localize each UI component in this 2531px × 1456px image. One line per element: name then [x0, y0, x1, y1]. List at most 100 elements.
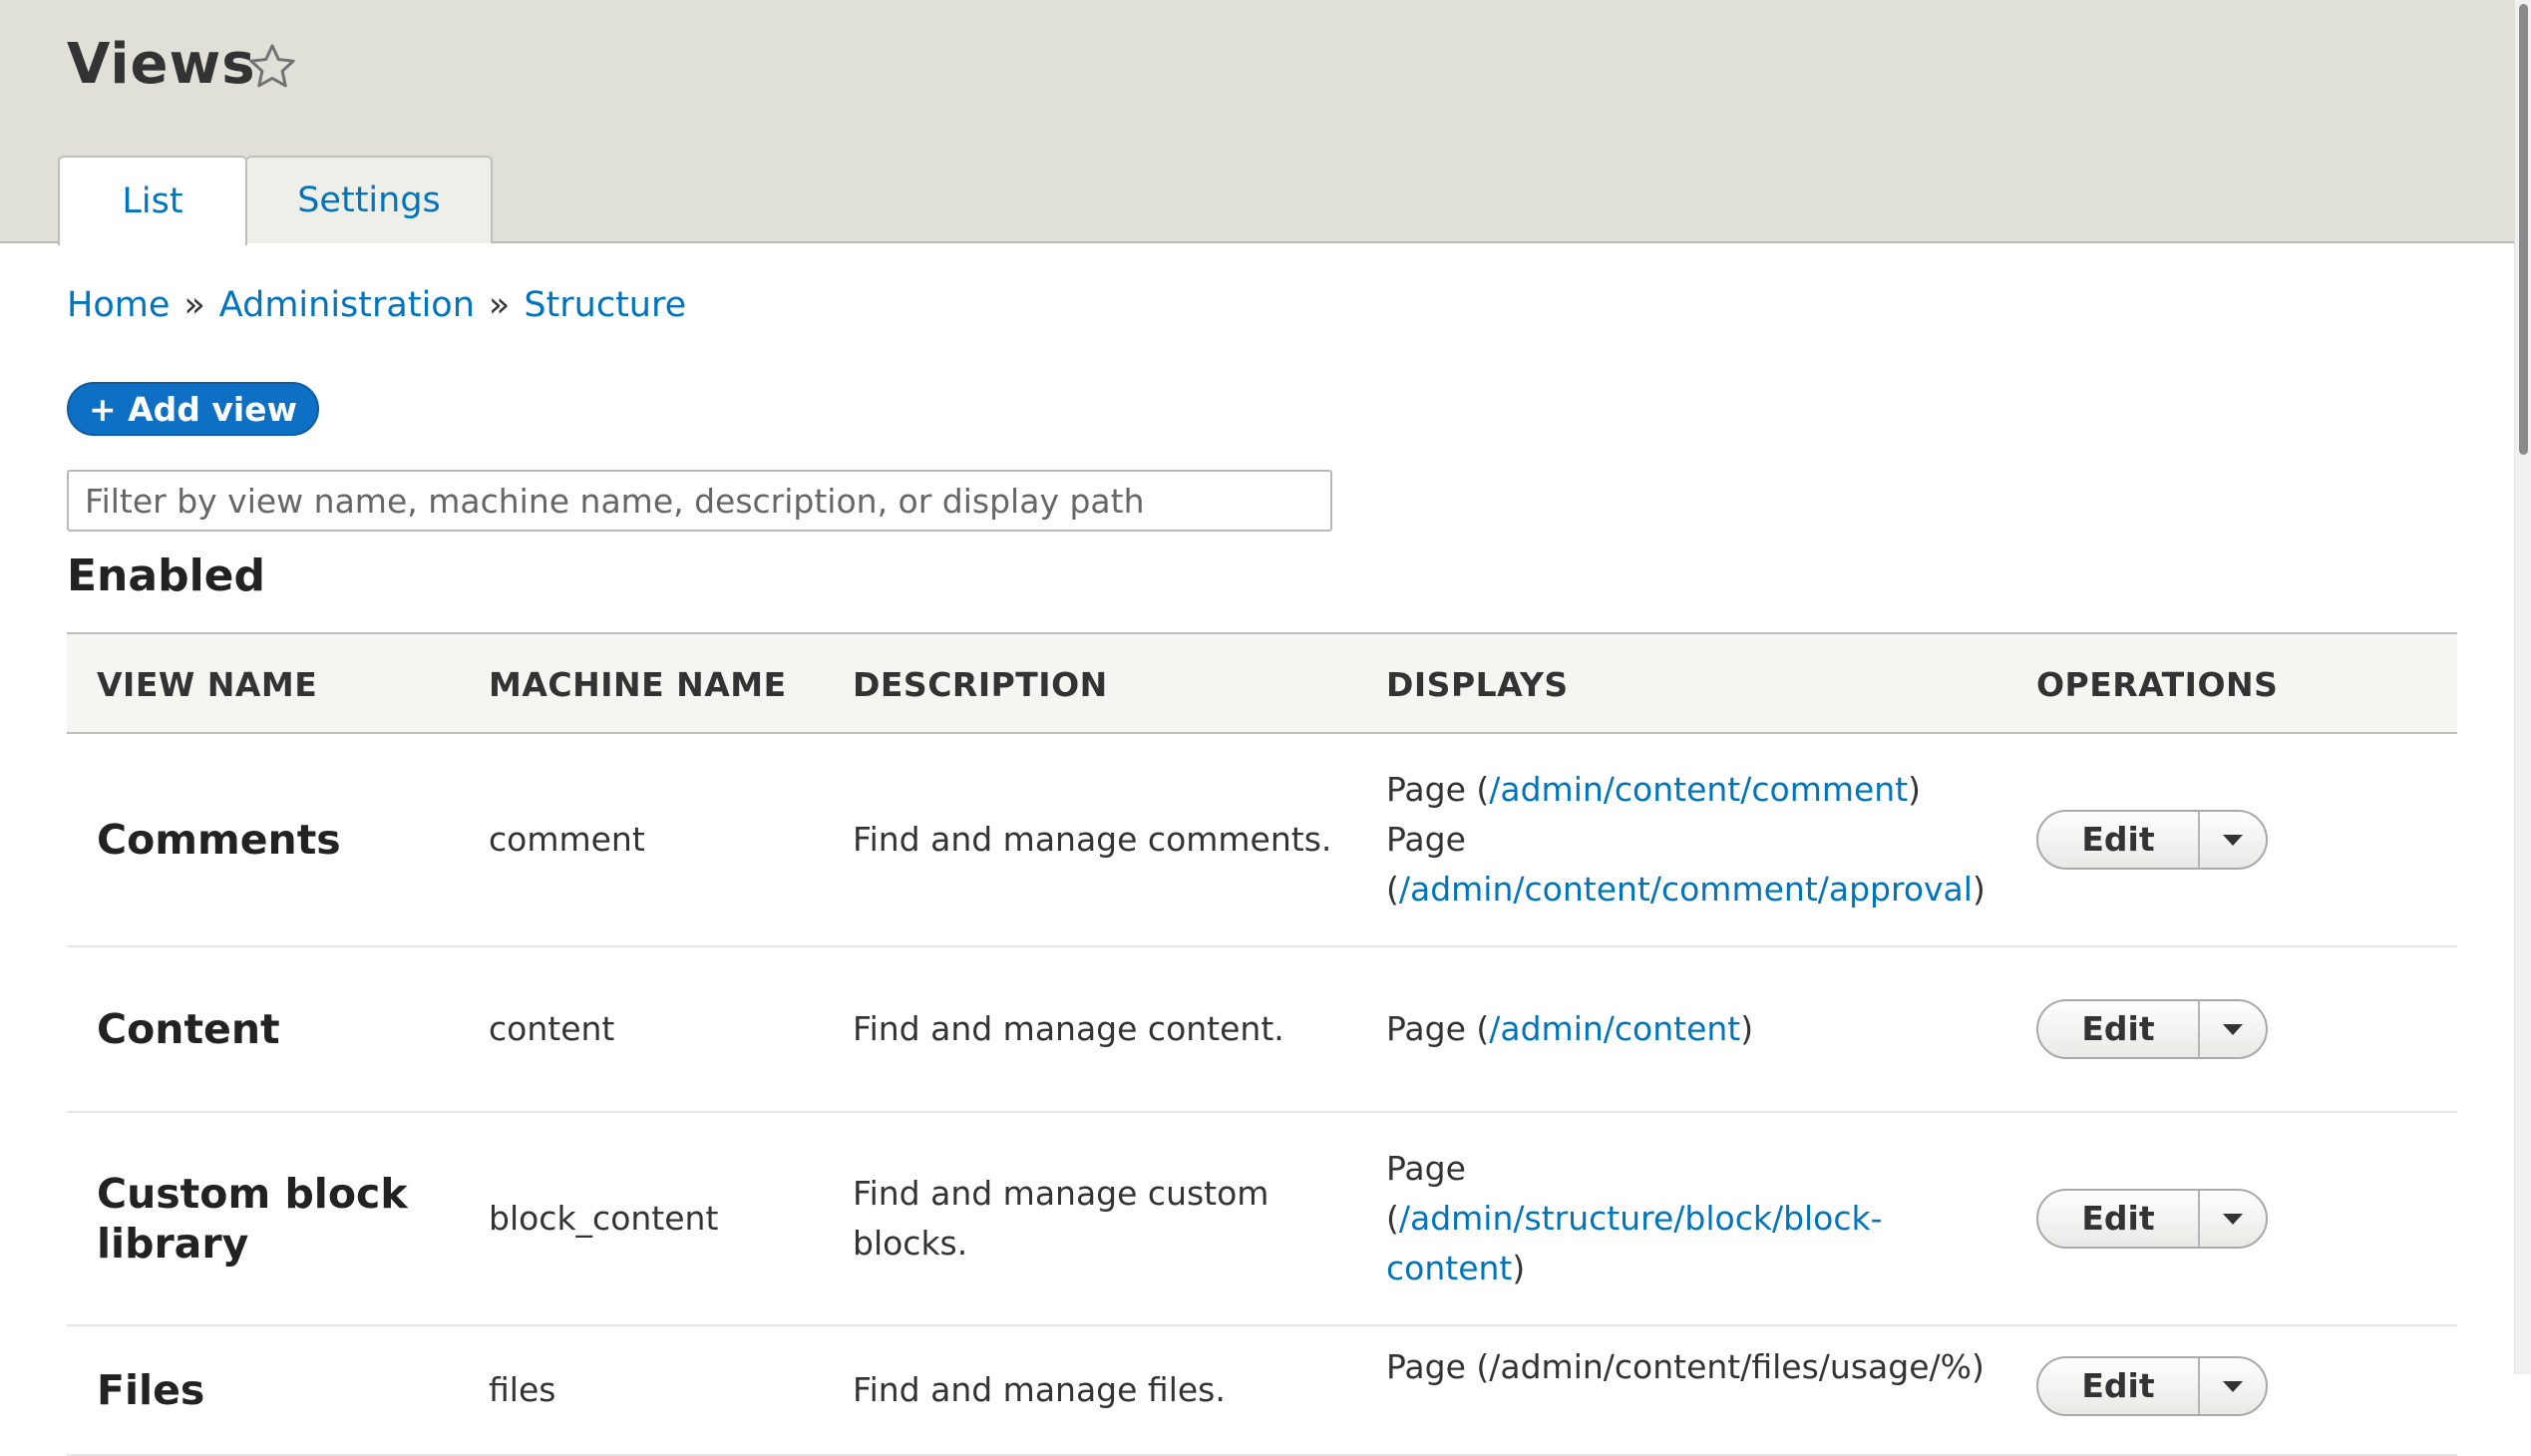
operations-toggle-button[interactable] [2200, 1001, 2266, 1057]
view-displays: Page (/admin/structure/block/block-conten… [1386, 1113, 2024, 1324]
operations-toggle-button[interactable] [2200, 1358, 2266, 1414]
display-line: (/admin/structure/block/block- [1386, 1194, 1883, 1244]
description-line: Find and manage comments. [853, 820, 1332, 859]
display-line: Page (/admin/content/files/usage/%) [1386, 1342, 1985, 1392]
view-description: Find and manage custom blocks. [853, 1113, 1351, 1324]
display-prefix: Page ( [1386, 770, 1490, 809]
views-table: VIEW NAME MACHINE NAME DESCRIPTION DISPL… [67, 632, 2457, 1456]
display-suffix: ) [1740, 1009, 1754, 1048]
edit-button[interactable]: Edit [2038, 1358, 2200, 1414]
display-suffix: ) [1972, 870, 1986, 909]
view-displays: Page (/admin/content/files/usage/%) [1386, 1342, 2024, 1392]
table-row: Comments comment Find and manage comments.… [67, 734, 2457, 947]
display-path-link[interactable]: /admin/content/comment/approval [1399, 870, 1973, 909]
display-line: (/admin/content/comment/approval) [1386, 865, 1986, 914]
view-displays: Page (/admin/content/comment) Page (/admin… [1386, 734, 2024, 945]
breadcrumb: Home » Administration » Structure [67, 285, 686, 325]
view-name-line: Files [97, 1366, 205, 1414]
column-header-view-name: VIEW NAME [97, 664, 318, 704]
display-prefix: Page ( [1386, 1009, 1490, 1048]
view-name-line: Comments [97, 816, 341, 864]
operations-dropbutton: Edit [2036, 999, 2268, 1059]
page-scrollbar[interactable] [2514, 0, 2531, 1374]
view-name-line: library [97, 1220, 249, 1268]
display-prefix: ( [1386, 870, 1399, 909]
operations-toggle-button[interactable] [2200, 812, 2266, 868]
star-outline-icon[interactable] [245, 40, 299, 94]
table-row: Files files Find and manage files. Page (/a… [67, 1326, 2457, 1456]
operations: Edit [2036, 1113, 2336, 1324]
description-line: Find and manage custom [853, 1174, 1269, 1213]
view-name-line: Content [97, 1005, 280, 1053]
machine-name: block_content [489, 1199, 719, 1238]
display-path-link[interactable]: /admin/content [1489, 1009, 1740, 1048]
edit-button[interactable]: Edit [2038, 1001, 2200, 1057]
breadcrumb-home[interactable]: Home [67, 285, 170, 325]
add-view-button[interactable]: + Add view [67, 382, 319, 436]
display-path-link[interactable]: /admin/content/comment [1489, 770, 1908, 809]
display-path-link[interactable]: content [1386, 1249, 1512, 1287]
display-suffix: ) [1908, 770, 1922, 809]
description-line: Find and manage content. [853, 1009, 1284, 1048]
view-name: Comments [97, 734, 456, 945]
view-description: Find and manage content. [853, 947, 1351, 1111]
operations-dropbutton: Edit [2036, 810, 2268, 870]
display-suffix: ) [1512, 1249, 1526, 1287]
machine-name: content [489, 1009, 615, 1048]
caret-down-icon [2223, 1023, 2243, 1035]
table-body: Comments comment Find and manage comments.… [67, 734, 2457, 1456]
display-prefix: Page [1386, 1149, 1466, 1188]
section-heading-enabled: Enabled [67, 550, 265, 601]
primary-tabs: List Settings [58, 156, 493, 245]
table-header: VIEW NAME MACHINE NAME DESCRIPTION DISPL… [67, 634, 2457, 734]
column-header-operations: OPERATIONS [2036, 664, 2279, 704]
display-prefix: Page (/admin/content/files/usage/%) [1386, 1347, 1985, 1386]
column-header-description: DESCRIPTION [853, 664, 1108, 704]
display-line: Page (/admin/content/comment) [1386, 765, 1986, 815]
display-line: Page [1386, 1144, 1883, 1194]
description-line: blocks. [853, 1224, 968, 1263]
description-line: Find and manage files. [853, 1370, 1226, 1409]
scrollbar-thumb[interactable] [2519, 4, 2528, 455]
view-description: Find and manage comments. [853, 734, 1351, 945]
display-line: Page (/admin/content) [1386, 1004, 1753, 1054]
display-line: Page [1386, 815, 1986, 865]
machine-name: files [489, 1370, 556, 1409]
operations-dropbutton: Edit [2036, 1189, 2268, 1249]
edit-button[interactable]: Edit [2038, 812, 2200, 868]
breadcrumb-structure[interactable]: Structure [524, 285, 686, 325]
column-header-displays: DISPLAYS [1386, 664, 1569, 704]
view-name: Custom block library [97, 1113, 456, 1324]
breadcrumb-separator: » [488, 285, 511, 325]
view-displays: Page (/admin/content) [1386, 947, 2024, 1111]
table-row: Custom block library block_content Find and… [67, 1113, 2457, 1326]
caret-down-icon [2223, 1213, 2243, 1225]
caret-down-icon [2223, 1380, 2243, 1392]
edit-button[interactable]: Edit [2038, 1191, 2200, 1247]
view-name: Files [97, 1326, 456, 1454]
display-prefix: Page [1386, 820, 1466, 859]
tab-settings[interactable]: Settings [245, 156, 493, 243]
display-path-link[interactable]: /admin/structure/block/block- [1399, 1199, 1883, 1238]
operations: Edit [2036, 1354, 2336, 1418]
column-header-machine-name: MACHINE NAME [489, 664, 787, 704]
breadcrumb-administration[interactable]: Administration [219, 285, 475, 325]
view-description: Find and manage files. [853, 1326, 1351, 1454]
table-row: Content content Find and manage content. Pa… [67, 947, 2457, 1113]
page-header: Views List Settings [0, 0, 2514, 245]
operations: Edit [2036, 947, 2336, 1111]
operations-toggle-button[interactable] [2200, 1191, 2266, 1247]
machine-name: comment [489, 820, 645, 859]
view-name: Content [97, 947, 456, 1111]
filter-input[interactable] [67, 470, 1332, 532]
breadcrumb-separator: » [183, 285, 205, 325]
operations: Edit [2036, 734, 2336, 945]
page-title: Views [67, 32, 256, 97]
caret-down-icon [2223, 834, 2243, 846]
display-prefix: ( [1386, 1199, 1399, 1238]
tab-list-label: List [122, 182, 183, 221]
operations-dropbutton: Edit [2036, 1356, 2268, 1416]
tab-list[interactable]: List [58, 156, 247, 245]
display-line: content) [1386, 1244, 1883, 1293]
view-name-line: Custom block [97, 1170, 408, 1218]
